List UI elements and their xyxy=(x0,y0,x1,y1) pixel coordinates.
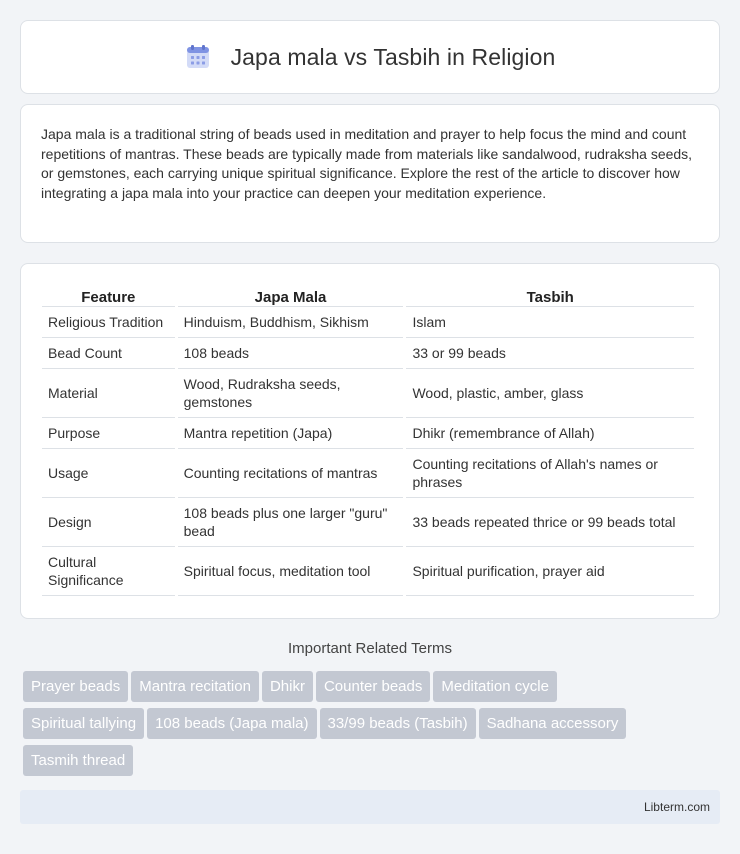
related-terms-title: Important Related Terms xyxy=(288,640,452,657)
comparison-card: Feature Japa Mala Tasbih Religious Tradi… xyxy=(20,263,720,619)
cell-tasbih: Islam xyxy=(406,307,694,338)
table-row: Usage Counting recitations of mantras Co… xyxy=(42,449,694,498)
cell-tasbih: Dhikr (remembrance of Allah) xyxy=(406,418,694,449)
cell-tasbih: 33 beads repeated thrice or 99 beads tot… xyxy=(406,498,694,547)
term-tag[interactable]: Sadhana accessory xyxy=(478,708,627,739)
term-tag[interactable]: Tasmih thread xyxy=(23,745,134,776)
cell-japa-mala: Spiritual focus, meditation tool xyxy=(177,547,404,596)
term-tag[interactable]: Spiritual tallying xyxy=(23,708,145,739)
cell-tasbih: Wood, plastic, amber, glass xyxy=(406,369,694,418)
related-terms-list: Prayer beads Mantra recitation Dhikr Counte… xyxy=(23,671,723,782)
cell-feature: Cultural Significance xyxy=(42,547,175,596)
intro-text: Japa mala is a traditional string of bea… xyxy=(41,126,693,201)
table-row: Cultural Significance Spiritual focus, m… xyxy=(42,547,694,596)
cell-feature: Design xyxy=(42,498,175,547)
table-row: Design 108 beads plus one larger "guru" … xyxy=(42,498,694,547)
table-row: Religious Tradition Hinduism, Buddhism, … xyxy=(42,307,694,338)
term-tag[interactable]: Dhikr xyxy=(261,671,313,702)
title-card: Japa mala vs Tasbih in Religion xyxy=(20,20,720,94)
page-title: Japa mala vs Tasbih in Religion xyxy=(230,43,556,70)
cell-tasbih: 33 or 99 beads xyxy=(406,338,694,369)
header-japa-mala: Japa Mala xyxy=(177,284,404,307)
term-tag[interactable]: 108 beads (Japa mala) xyxy=(147,708,317,739)
term-tag[interactable]: 33/99 beads (Tasbih) xyxy=(319,708,476,739)
cell-feature: Material xyxy=(42,369,175,418)
cell-japa-mala: Mantra repetition (Japa) xyxy=(177,418,404,449)
footer: Libterm.com xyxy=(20,790,720,824)
cell-japa-mala: Hinduism, Buddhism, Sikhism xyxy=(177,307,404,338)
cell-japa-mala: Counting recitations of mantras xyxy=(177,449,404,498)
table-row: Purpose Mantra repetition (Japa) Dhikr (… xyxy=(42,418,694,449)
table-row: Material Wood, Rudraksha seeds, gemstone… xyxy=(42,369,694,418)
term-tag[interactable]: Prayer beads xyxy=(23,671,129,702)
cell-feature: Purpose xyxy=(42,418,175,449)
footer-brand[interactable]: Libterm.com xyxy=(644,800,710,814)
table-row: Bead Count 108 beads 33 or 99 beads xyxy=(42,338,694,369)
calendar-grid-icon xyxy=(185,44,211,70)
cell-tasbih: Counting recitations of Allah's names or… xyxy=(406,449,694,498)
cell-feature: Religious Tradition xyxy=(42,307,175,338)
header-feature: Feature xyxy=(42,284,175,307)
comparison-table: Feature Japa Mala Tasbih Religious Tradi… xyxy=(39,284,697,596)
cell-feature: Usage xyxy=(42,449,175,498)
cell-tasbih: Spiritual purification, prayer aid xyxy=(406,547,694,596)
term-tag[interactable]: Mantra recitation xyxy=(131,671,259,702)
term-tag[interactable]: Meditation cycle xyxy=(433,671,557,702)
cell-japa-mala: 108 beads plus one larger "guru" bead xyxy=(177,498,404,547)
cell-japa-mala: 108 beads xyxy=(177,338,404,369)
cell-japa-mala: Wood, Rudraksha seeds, gemstones xyxy=(177,369,404,418)
term-tag[interactable]: Counter beads xyxy=(315,671,431,702)
cell-feature: Bead Count xyxy=(42,338,175,369)
intro-card: Japa mala is a traditional string of bea… xyxy=(20,104,720,243)
header-tasbih: Tasbih xyxy=(406,284,694,307)
table-header-row: Feature Japa Mala Tasbih xyxy=(42,284,694,307)
